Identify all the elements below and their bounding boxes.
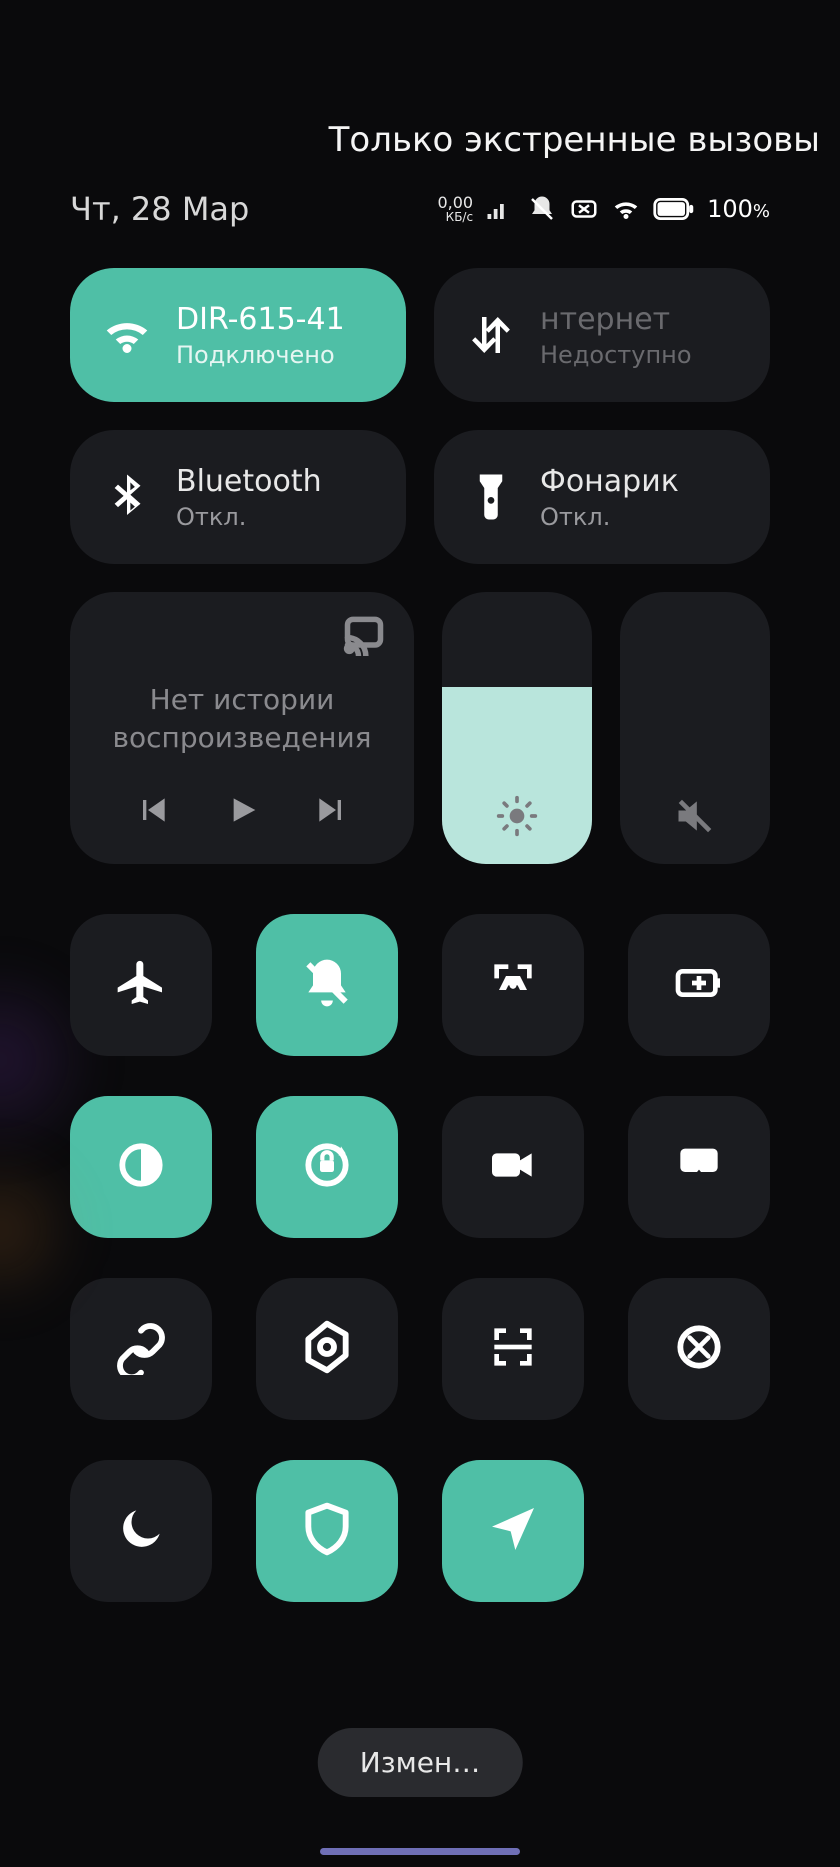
bell-slash-icon: [527, 194, 557, 224]
bluetooth-sub: Откл.: [176, 503, 322, 531]
volume-mute-icon: [673, 794, 717, 838]
screenshot-icon: [485, 955, 541, 1015]
play-icon[interactable]: [222, 790, 262, 834]
status-bar: Чт, 28 Мар 0,00 КБ/с 100%: [70, 190, 770, 268]
cast-toggle[interactable]: [628, 1096, 770, 1238]
bluetooth-icon: [100, 470, 154, 524]
shield-icon: [299, 1501, 355, 1561]
media-message: Нет истории воспроизведения: [98, 656, 386, 790]
flashlight-title: Фонарик: [540, 464, 679, 499]
emergency-banner: Только экстренные вызовы: [0, 0, 840, 190]
security-toggle[interactable]: [256, 1460, 398, 1602]
location-icon: [485, 1501, 541, 1561]
nut-icon: [299, 1319, 355, 1379]
data-sub: Недоступно: [540, 341, 692, 369]
contrast-icon: [113, 1137, 169, 1197]
rotation-lock-icon: [299, 1137, 355, 1197]
screenshot-toggle[interactable]: [442, 914, 584, 1056]
location-toggle[interactable]: [442, 1460, 584, 1602]
no-sim-icon: [569, 194, 599, 224]
flashlight-tile[interactable]: Фонарик Откл.: [434, 430, 770, 564]
status-icons: 0,00 КБ/с 100%: [437, 194, 770, 224]
bell-slash-icon: [299, 955, 355, 1015]
scan-toggle[interactable]: [442, 1278, 584, 1420]
brightness-slider[interactable]: [442, 592, 592, 864]
bluetooth-title: Bluetooth: [176, 464, 322, 499]
battery-plus-icon: [671, 955, 727, 1015]
next-track-icon[interactable]: [311, 790, 351, 834]
data-title: нтернет: [540, 302, 692, 337]
screen-record-toggle[interactable]: [442, 1096, 584, 1238]
flashlight-sub: Откл.: [540, 503, 679, 531]
airplane-icon: [113, 955, 169, 1015]
brightness-icon: [495, 794, 539, 838]
link-icon: [113, 1319, 169, 1379]
data-arrows-icon: [464, 308, 518, 362]
volume-slider[interactable]: [620, 592, 770, 864]
sync-toggle[interactable]: [628, 1278, 770, 1420]
airplay-icon: [671, 1137, 727, 1197]
scan-icon: [485, 1319, 541, 1379]
signal-icon: [485, 194, 515, 224]
wifi-icon: [100, 308, 154, 362]
settings-toggle[interactable]: [256, 1278, 398, 1420]
wifi-tile[interactable]: DIR-615-41 Подключено: [70, 268, 406, 402]
prev-track-icon[interactable]: [133, 790, 173, 834]
airplane-mode-toggle[interactable]: [70, 914, 212, 1056]
sync-icon: [671, 1319, 727, 1379]
battery-percent: 100%: [707, 195, 770, 223]
nav-handle[interactable]: [320, 1848, 520, 1855]
battery-saver-toggle[interactable]: [628, 914, 770, 1056]
moon-icon: [113, 1501, 169, 1561]
link-toggle[interactable]: [70, 1278, 212, 1420]
video-icon: [485, 1137, 541, 1197]
cast-icon[interactable]: [342, 612, 386, 656]
mute-toggle[interactable]: [256, 914, 398, 1056]
media-player-tile[interactable]: Нет истории воспроизведения: [70, 592, 414, 864]
battery-icon: [653, 198, 695, 220]
rotation-lock-toggle[interactable]: [256, 1096, 398, 1238]
flashlight-icon: [464, 470, 518, 524]
wifi-sub: Подключено: [176, 341, 345, 369]
dark-mode-toggle[interactable]: [70, 1096, 212, 1238]
date-label[interactable]: Чт, 28 Мар: [70, 190, 249, 228]
bluetooth-tile[interactable]: Bluetooth Откл.: [70, 430, 406, 564]
wifi-status-icon: [611, 194, 641, 224]
net-speed: 0,00 КБ/с: [437, 195, 473, 223]
mobile-data-tile[interactable]: нтернет Недоступно: [434, 268, 770, 402]
wifi-title: DIR-615-41: [176, 302, 345, 337]
edit-button[interactable]: Измен…: [318, 1728, 523, 1797]
do-not-disturb-toggle[interactable]: [70, 1460, 212, 1602]
